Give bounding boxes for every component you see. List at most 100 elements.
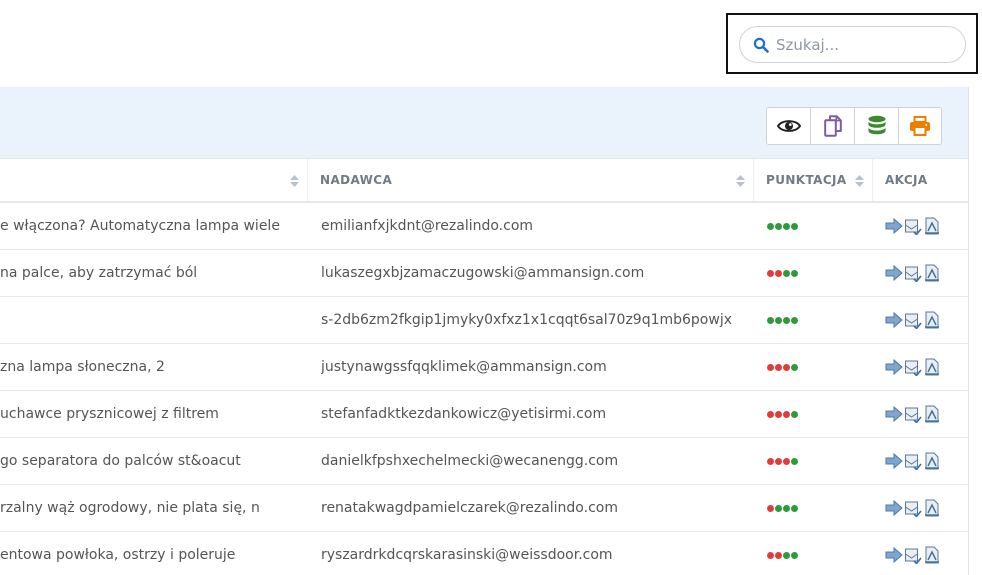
cell-sender: emilianfxjkdnt@rezalindo.com (321, 218, 534, 234)
forward-button[interactable] (885, 499, 903, 517)
table-row[interactable]: go separatora do palców st&oacut danielkf… (0, 438, 968, 485)
score-indicator (767, 269, 798, 277)
score-dot (791, 363, 798, 371)
cell-sender: danielkfpshxechelmecki@wecanengg.com (321, 453, 619, 469)
cell-score (767, 485, 867, 531)
score-dot (791, 269, 798, 277)
view-button[interactable] (767, 108, 811, 144)
column-header-sender[interactable]: NADAWCA (308, 159, 754, 201)
cell-score (767, 532, 867, 575)
cell-score (767, 344, 867, 390)
report-icon (925, 546, 939, 564)
messages-panel: NADAWCA PUNKTACJA AKCJA e włączona? Auto… (0, 87, 969, 575)
score-dot (775, 222, 782, 230)
column-header-score[interactable]: PUNKTACJA (754, 159, 873, 201)
printer-icon (910, 116, 930, 136)
table-row[interactable]: rzalny wąż ogrodowy, nie plata się, n ren… (0, 485, 968, 532)
cell-actions (885, 344, 965, 390)
report-icon (925, 499, 939, 517)
search-box[interactable] (739, 26, 966, 63)
report-button[interactable] (923, 499, 941, 517)
forward-button[interactable] (885, 358, 903, 376)
report-button[interactable] (923, 264, 941, 282)
mail-check-icon (905, 266, 922, 283)
cell-score (767, 297, 867, 343)
report-icon (925, 217, 939, 235)
score-dot (775, 269, 782, 277)
mail-check-icon (905, 313, 922, 330)
table-row[interactable]: entowa powłoka, ostrzy i poleruje ryszard… (0, 532, 968, 575)
report-button[interactable] (923, 311, 941, 329)
arrow-right-icon (885, 217, 903, 235)
table-row[interactable]: e włączona? Automatyczna lampa wiele emil… (0, 203, 968, 250)
mail-check-icon (905, 219, 922, 236)
column-header-subject[interactable] (0, 159, 308, 201)
table-row[interactable]: uchawce prysznicowej z filtrem stefanfadk… (0, 391, 968, 438)
cell-subject: na palce, aby zatrzymać ból (0, 265, 198, 281)
score-dot (775, 551, 782, 559)
release-button[interactable] (904, 546, 922, 565)
score-dot (767, 410, 774, 418)
forward-button[interactable] (885, 405, 903, 423)
cell-score (767, 438, 867, 484)
score-indicator (767, 410, 798, 418)
report-button[interactable] (923, 452, 941, 470)
cell-subject: go separatora do palców st&oacut (0, 453, 241, 469)
arrow-right-icon (885, 311, 903, 329)
forward-button[interactable] (885, 452, 903, 470)
mail-check-icon (905, 548, 922, 565)
toolbar-button-group (766, 107, 942, 145)
table-row[interactable]: na palce, aby zatrzymać ból lukaszegxbjza… (0, 250, 968, 297)
release-button[interactable] (904, 264, 922, 283)
release-button[interactable] (904, 499, 922, 518)
cell-subject: e włączona? Automatyczna lampa wiele (0, 218, 280, 234)
cell-subject: zna lampa słoneczna, 2 (0, 359, 165, 375)
score-dot (791, 551, 798, 559)
score-dot (775, 410, 782, 418)
report-button[interactable] (923, 358, 941, 376)
score-dot (791, 222, 798, 230)
report-icon (925, 405, 939, 423)
table-row[interactable]: s-2db6zm2fkgip1jmyky0xfxz1x1cqqt6sal70z9… (0, 297, 968, 344)
cell-actions (885, 438, 965, 484)
forward-button[interactable] (885, 264, 903, 282)
release-button[interactable] (904, 217, 922, 236)
cell-subject (0, 297, 300, 343)
cell-sender: ryszardrkdcqrskarasinski@weissdoor.com (321, 547, 613, 563)
report-button[interactable] (923, 217, 941, 235)
score-dot (775, 316, 782, 324)
report-button[interactable] (923, 405, 941, 423)
score-dot (783, 269, 790, 277)
report-button[interactable] (923, 546, 941, 564)
score-dot (775, 504, 782, 512)
cell-actions (885, 532, 965, 575)
score-indicator (767, 551, 798, 559)
mail-check-icon (905, 454, 922, 471)
score-dot (791, 316, 798, 324)
cell-sender: lukaszegxbjzamaczugowski@ammansign.com (321, 265, 645, 281)
mail-check-icon (905, 407, 922, 424)
release-button[interactable] (904, 311, 922, 330)
cell-subject: uchawce prysznicowej z filtrem (0, 406, 219, 422)
report-icon (925, 358, 939, 376)
arrow-right-icon (885, 452, 903, 470)
arrow-right-icon (885, 546, 903, 564)
score-dot (783, 410, 790, 418)
release-button[interactable] (904, 405, 922, 424)
cell-actions (885, 250, 965, 296)
release-button[interactable] (904, 452, 922, 471)
forward-button[interactable] (885, 217, 903, 235)
release-button[interactable] (904, 358, 922, 377)
table-row[interactable]: zna lampa słoneczna, 2 justynawgssfqqklim… (0, 344, 968, 391)
print-button[interactable] (899, 108, 941, 144)
cell-sender: justynawgssfqqklimek@ammansign.com (321, 359, 607, 375)
search-input[interactable] (776, 31, 956, 58)
score-indicator (767, 363, 798, 371)
arrow-right-icon (885, 358, 903, 376)
database-button[interactable] (855, 108, 899, 144)
forward-button[interactable] (885, 546, 903, 564)
copy-button[interactable] (811, 108, 855, 144)
forward-button[interactable] (885, 311, 903, 329)
table-header: NADAWCA PUNKTACJA AKCJA (0, 159, 968, 203)
score-dot (767, 504, 774, 512)
